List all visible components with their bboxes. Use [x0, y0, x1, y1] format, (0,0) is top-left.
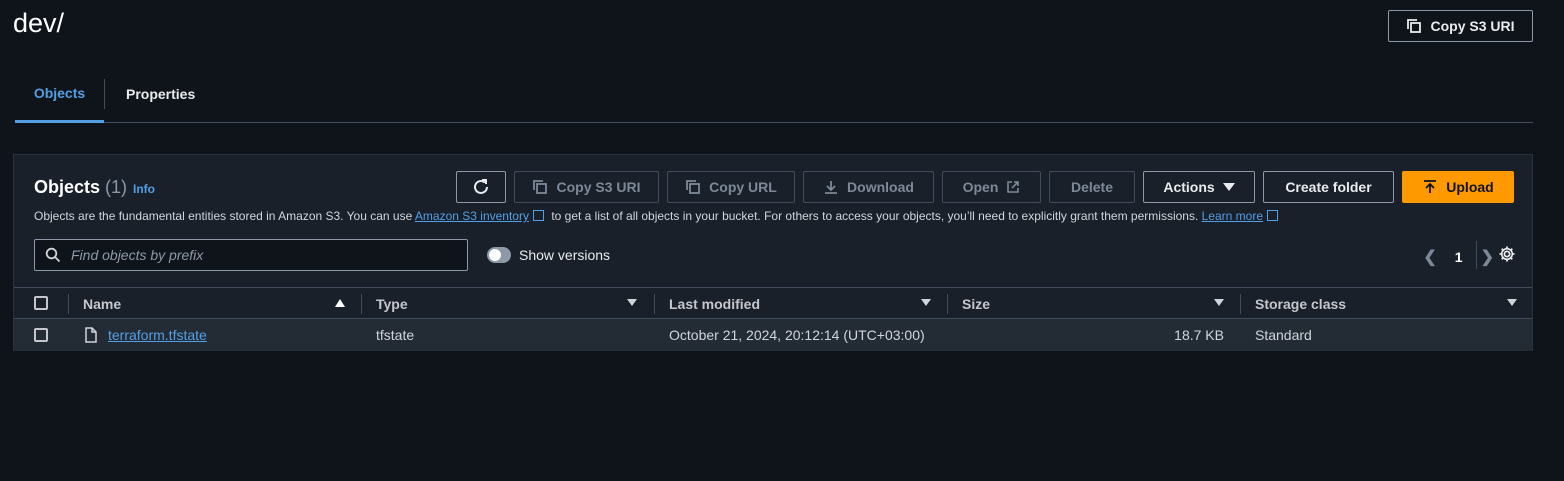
actions-label: Actions	[1163, 179, 1215, 195]
chevron-right-icon[interactable]: ❯	[1481, 247, 1494, 267]
show-versions-label: Show versions	[519, 247, 611, 263]
create-folder-label: Create folder	[1285, 179, 1372, 195]
object-type: tfstate	[376, 327, 415, 343]
upload-button[interactable]: Upload	[1402, 171, 1514, 203]
objects-panel: Objects (1) Info Copy S3 URI Copy URL Do…	[13, 154, 1533, 351]
refresh-button[interactable]	[456, 171, 506, 203]
external-link-icon	[1007, 181, 1020, 193]
tab-properties[interactable]: Properties	[126, 66, 195, 122]
pagination: ❮ 1 ❯	[1423, 247, 1494, 267]
sort-caret-icon[interactable]	[1214, 299, 1224, 306]
copy-icon	[533, 180, 548, 194]
column-divider	[654, 294, 655, 314]
external-link-icon	[1267, 210, 1278, 221]
object-name-link[interactable]: terraform.tfstate	[108, 327, 207, 343]
external-link-icon	[532, 210, 544, 221]
copy-icon	[686, 180, 701, 194]
column-divider	[947, 294, 948, 314]
search-input[interactable]	[71, 247, 451, 263]
objects-panel-title: Objects (1)	[34, 177, 127, 198]
copy-s3-uri-label: Copy S3 URI	[556, 179, 641, 195]
row-checkbox[interactable]	[34, 328, 48, 342]
column-divider	[361, 294, 362, 314]
open-label: Open	[962, 179, 999, 195]
learn-more-link[interactable]: Learn more	[1202, 209, 1263, 223]
tab-bar: Objects Properties	[15, 66, 1533, 123]
description-text: Objects are the fundamental entities sto…	[34, 209, 415, 223]
open-button[interactable]: Open	[942, 171, 1041, 203]
tab-divider	[104, 79, 105, 109]
info-link[interactable]: Info	[133, 182, 155, 196]
delete-label: Delete	[1070, 179, 1114, 195]
copy-s3-uri-label: Copy S3 URI	[1430, 18, 1515, 34]
search-icon	[45, 247, 61, 263]
download-button[interactable]: Download	[803, 171, 934, 203]
current-page[interactable]: 1	[1455, 249, 1463, 265]
column-header-size[interactable]: Size	[962, 288, 990, 319]
objects-count: (1)	[105, 177, 128, 197]
show-versions-toggle[interactable]	[487, 247, 511, 263]
upload-icon	[1424, 180, 1437, 193]
copy-s3-uri-header-button[interactable]: Copy S3 URI	[1388, 10, 1533, 42]
copy-icon	[1407, 19, 1422, 33]
sort-caret-icon[interactable]	[921, 299, 931, 306]
pagination-divider	[1476, 241, 1477, 269]
object-size: 18.7 KB	[1174, 327, 1224, 343]
delete-button[interactable]: Delete	[1049, 171, 1135, 203]
chevron-left-icon[interactable]: ❮	[1423, 247, 1436, 267]
objects-description: Objects are the fundamental entities sto…	[34, 209, 1282, 223]
select-all-checkbox[interactable]	[34, 296, 48, 310]
caret-down-icon	[1222, 183, 1235, 191]
table-header: Name Type Last modified Size Storage cla…	[14, 287, 1532, 319]
preferences-button[interactable]	[1498, 245, 1516, 266]
download-label: Download	[847, 179, 914, 195]
column-header-last-modified[interactable]: Last modified	[669, 288, 760, 319]
column-header-type[interactable]: Type	[376, 288, 408, 319]
copy-url-button[interactable]: Copy URL	[667, 171, 795, 203]
actions-dropdown[interactable]: Actions	[1143, 171, 1255, 203]
tab-objects[interactable]: Objects	[15, 66, 104, 123]
column-header-name[interactable]: Name	[83, 288, 121, 319]
gear-icon	[1499, 246, 1515, 262]
file-icon	[85, 327, 97, 343]
objects-title-text: Objects	[34, 177, 101, 197]
show-versions-control: Show versions	[487, 247, 610, 263]
copy-s3-uri-button[interactable]: Copy S3 URI	[514, 171, 659, 203]
create-folder-button[interactable]: Create folder	[1263, 171, 1394, 203]
object-last-modified: October 21, 2024, 20:12:14 (UTC+03:00)	[669, 327, 925, 343]
copy-url-label: Copy URL	[709, 179, 777, 195]
sort-caret-icon[interactable]	[627, 299, 637, 306]
sort-ascending-icon[interactable]	[335, 299, 345, 307]
column-header-storage-class[interactable]: Storage class	[1255, 288, 1346, 319]
search-box	[34, 239, 468, 271]
upload-label: Upload	[1446, 179, 1494, 195]
object-name-cell: terraform.tfstate	[84, 319, 207, 351]
table-row[interactable]: terraform.tfstate tfstate October 21, 20…	[14, 319, 1532, 351]
download-icon	[825, 181, 838, 194]
refresh-icon	[474, 179, 488, 194]
column-divider	[1240, 294, 1241, 314]
column-divider	[68, 294, 69, 314]
page-title: dev/	[13, 8, 65, 38]
object-storage-class: Standard	[1255, 327, 1312, 343]
sort-caret-icon[interactable]	[1507, 299, 1517, 306]
s3-inventory-link[interactable]: Amazon S3 inventory	[415, 209, 529, 223]
description-text-2: to get a list of all objects in your buc…	[547, 209, 1202, 223]
